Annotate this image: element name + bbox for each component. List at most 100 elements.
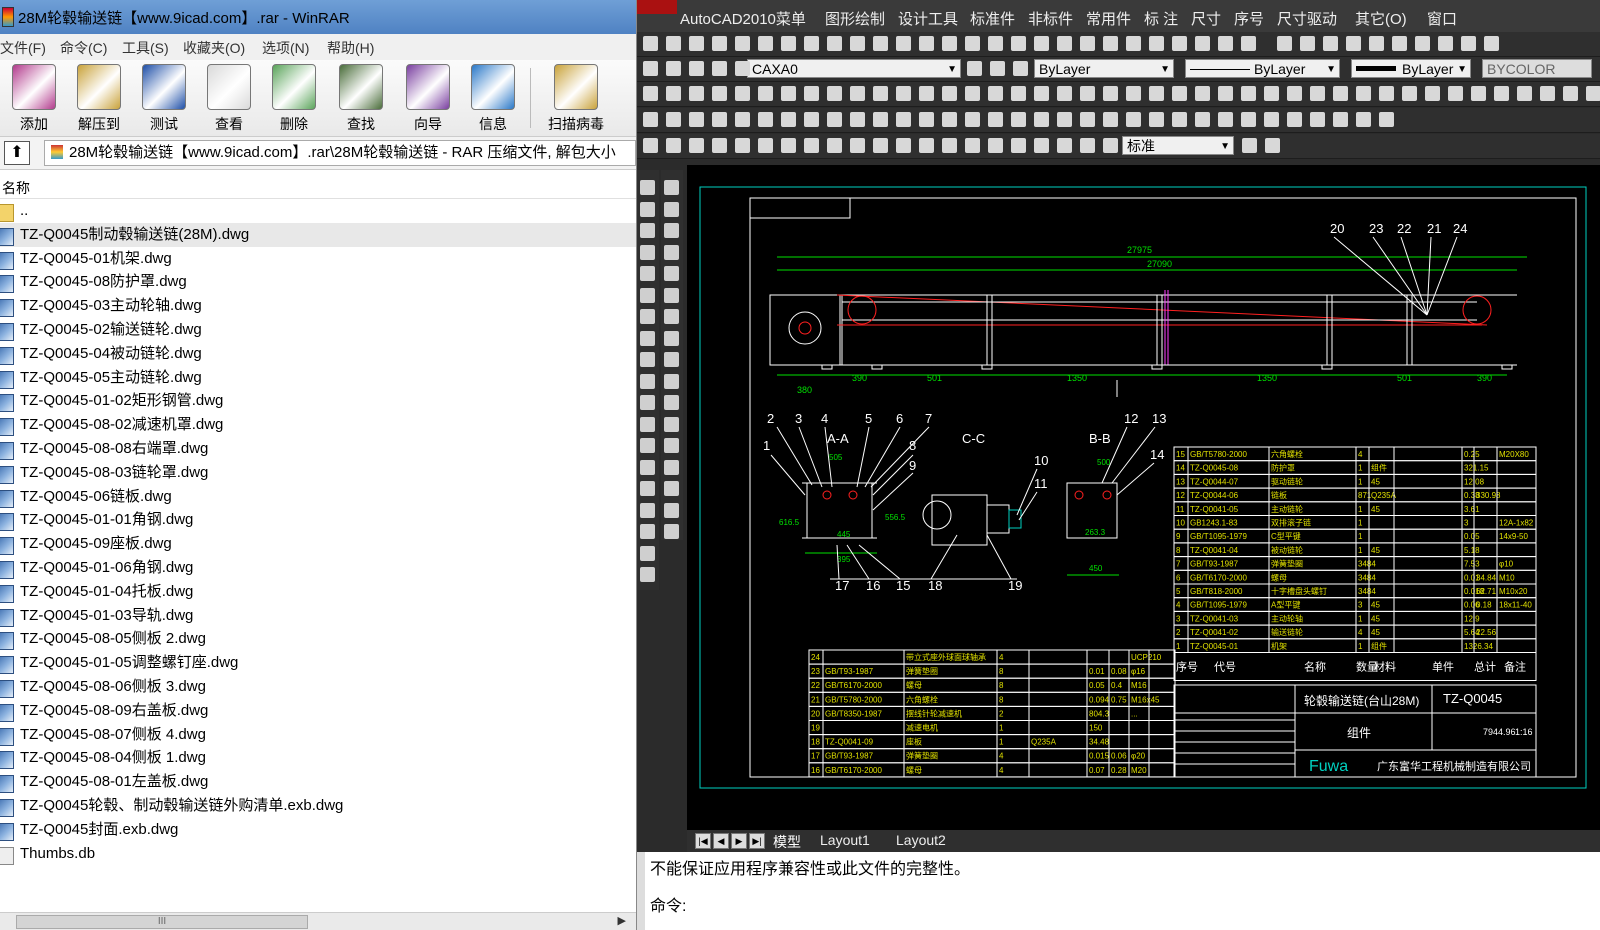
list-item[interactable]: TZ-Q0045-08-01左盖板.dwg bbox=[0, 770, 636, 794]
cad-menu-item[interactable]: AutoCAD2010菜单 bbox=[680, 8, 806, 29]
palette-tool-icon[interactable] bbox=[664, 352, 679, 367]
toolbar-tool-icon[interactable] bbox=[896, 36, 911, 51]
tab-first-button[interactable]: |◀ bbox=[695, 833, 711, 849]
toolbar-tool-icon[interactable] bbox=[827, 138, 842, 153]
add-archive-button[interactable]: 添加 bbox=[3, 62, 65, 134]
toolbar-tool-icon[interactable] bbox=[919, 138, 934, 153]
toolbar-tool-icon[interactable] bbox=[1287, 112, 1302, 127]
toolbar-tool-icon[interactable] bbox=[781, 36, 796, 51]
cad-menu-item[interactable]: 其它(O) bbox=[1355, 8, 1407, 29]
list-item[interactable]: Thumbs.db bbox=[0, 842, 636, 866]
toolbar-tool-icon[interactable] bbox=[804, 112, 819, 127]
toolbar-tool-icon[interactable] bbox=[781, 112, 796, 127]
toolbar-tool-icon[interactable] bbox=[1080, 36, 1095, 51]
list-item[interactable]: TZ-Q0045轮毂、制动毂输送链外购清单.exb.dwg bbox=[0, 794, 636, 818]
toolbar-tool-icon[interactable] bbox=[1540, 86, 1555, 101]
palette-tool-icon[interactable] bbox=[664, 330, 679, 346]
toolbar-tool-icon[interactable] bbox=[1333, 112, 1348, 127]
toolbar-tool-icon[interactable] bbox=[1103, 36, 1118, 51]
toolbar-tool-icon[interactable] bbox=[1471, 86, 1486, 101]
list-item[interactable]: TZ-Q0045-01-01角钢.dwg bbox=[0, 508, 636, 532]
toolbar-tool-icon[interactable] bbox=[896, 138, 911, 153]
palette-tool-icon[interactable] bbox=[640, 287, 655, 303]
toolbar-tool-icon[interactable] bbox=[1333, 86, 1348, 101]
toolbar-tool-icon[interactable] bbox=[1402, 86, 1417, 101]
layer-dropdown[interactable]: CAXA0 bbox=[747, 59, 961, 78]
toolbar-tool-icon[interactable] bbox=[1264, 86, 1279, 101]
toolbar-tool-icon[interactable] bbox=[1218, 112, 1233, 127]
list-item[interactable]: TZ-Q0045-08-03链轮罩.dwg bbox=[0, 461, 636, 485]
toolbar-tool-icon[interactable] bbox=[873, 36, 888, 51]
toolbar-tool-icon[interactable] bbox=[1438, 36, 1453, 51]
toolbar-tool-icon[interactable] bbox=[1241, 86, 1256, 101]
toolbar-tool-icon[interactable] bbox=[1172, 112, 1187, 127]
toolbar-tool-icon[interactable] bbox=[1126, 112, 1141, 127]
palette-tool-icon[interactable] bbox=[640, 416, 655, 432]
toolbar-tool-icon[interactable] bbox=[1425, 86, 1440, 101]
toolbar-tool-icon[interactable] bbox=[735, 138, 750, 153]
palette-tool-icon[interactable] bbox=[640, 266, 655, 281]
toolbar-tool-icon[interactable] bbox=[850, 138, 865, 153]
toolbar-tool-icon[interactable] bbox=[1346, 36, 1361, 51]
list-item[interactable]: .. bbox=[0, 199, 636, 223]
toolbar-tool-icon[interactable] bbox=[689, 86, 704, 101]
toolbar-tool-icon[interactable] bbox=[666, 61, 681, 76]
toolbar-tool-icon[interactable] bbox=[988, 36, 1003, 51]
list-item[interactable]: TZ-Q0045-01-05调整螺钉座.dwg bbox=[0, 651, 636, 675]
toolbar-tool-icon[interactable] bbox=[666, 138, 681, 153]
cad-menu-item[interactable]: 常用件 bbox=[1086, 8, 1131, 29]
palette-tool-icon[interactable] bbox=[664, 459, 679, 475]
cad-drawing[interactable]: 2797527090380390 501 1350 1350 501 39020 23 22 2… bbox=[687, 165, 1600, 830]
linetype-dropdown[interactable]: ByLayer bbox=[1185, 59, 1340, 78]
palette-tool-icon[interactable] bbox=[664, 266, 679, 281]
palette-tool-icon[interactable] bbox=[640, 524, 655, 539]
toolbar-tool-icon[interactable] bbox=[1379, 112, 1394, 127]
toolbar-tool-icon[interactable] bbox=[1195, 112, 1210, 127]
menu-options[interactable]: 选项(N) bbox=[262, 38, 309, 58]
toolbar-tool-icon[interactable] bbox=[1517, 86, 1532, 101]
cad-menu-item[interactable]: 标准件 bbox=[970, 8, 1015, 29]
up-folder-button[interactable]: ⬆ bbox=[4, 141, 30, 165]
toolbar-tool-icon[interactable] bbox=[781, 86, 796, 101]
toolbar-tool-icon[interactable] bbox=[1369, 36, 1384, 51]
toolbar-tool-icon[interactable] bbox=[1011, 36, 1026, 51]
list-item[interactable]: TZ-Q0045-08防护罩.dwg bbox=[0, 270, 636, 294]
view-button[interactable]: 查看 bbox=[198, 62, 260, 134]
toolbar-tool-icon[interactable] bbox=[1103, 112, 1118, 127]
lineweight-dropdown[interactable]: ByLayer bbox=[1351, 59, 1471, 78]
toolbar-tool-icon[interactable] bbox=[1300, 36, 1315, 51]
tab-next-button[interactable]: ▶ bbox=[731, 833, 747, 849]
menu-file[interactable]: 文件(F) bbox=[0, 38, 46, 58]
wizard-button[interactable]: 向导 bbox=[397, 62, 459, 134]
toolbar-tool-icon[interactable] bbox=[896, 86, 911, 101]
toolbar-tool-icon[interactable] bbox=[827, 36, 842, 51]
palette-tool-icon[interactable] bbox=[640, 567, 655, 582]
toolbar-tool-icon[interactable] bbox=[1034, 86, 1049, 101]
palette-tool-icon[interactable] bbox=[664, 395, 679, 410]
toolbar-tool-icon[interactable] bbox=[1448, 86, 1463, 101]
toolbar-tool-icon[interactable] bbox=[1080, 138, 1095, 153]
toolbar-tool-icon[interactable] bbox=[781, 138, 796, 153]
palette-tool-icon[interactable] bbox=[640, 373, 655, 389]
toolbar-tool-icon[interactable] bbox=[643, 86, 658, 101]
toolbar-tool-icon[interactable] bbox=[643, 36, 658, 51]
palette-tool-icon[interactable] bbox=[640, 309, 655, 324]
cad-menu-item[interactable]: 序号 bbox=[1234, 8, 1264, 29]
toolbar-tool-icon[interactable] bbox=[1034, 138, 1049, 153]
toolbar-tool-icon[interactable] bbox=[1494, 86, 1509, 101]
palette-tool-icon[interactable] bbox=[664, 223, 679, 238]
palette-tool-icon[interactable] bbox=[640, 481, 655, 496]
toolbar-tool-icon[interactable] bbox=[735, 61, 750, 76]
extract-to-button[interactable]: 解压到 bbox=[68, 62, 130, 134]
toolbar-tool-icon[interactable] bbox=[1057, 36, 1072, 51]
toolbar-tool-icon[interactable] bbox=[1149, 86, 1164, 101]
scan-virus-button[interactable]: 扫描病毒 bbox=[538, 62, 614, 134]
list-item[interactable]: TZ-Q0045-08-06侧板 3.dwg bbox=[0, 675, 636, 699]
toolbar-tool-icon[interactable] bbox=[1242, 138, 1257, 153]
tab-prev-button[interactable]: ◀ bbox=[713, 833, 729, 849]
cad-menu-item[interactable]: 尺寸驱动 bbox=[1277, 8, 1337, 29]
toolbar-tool-icon[interactable] bbox=[1195, 86, 1210, 101]
palette-tool-icon[interactable] bbox=[640, 395, 655, 410]
dim-style-dropdown[interactable]: 标准 bbox=[1122, 136, 1234, 155]
command-window[interactable]: 不能保证应用程序兼容性或此文件的完整性。 命令: bbox=[637, 852, 1600, 930]
